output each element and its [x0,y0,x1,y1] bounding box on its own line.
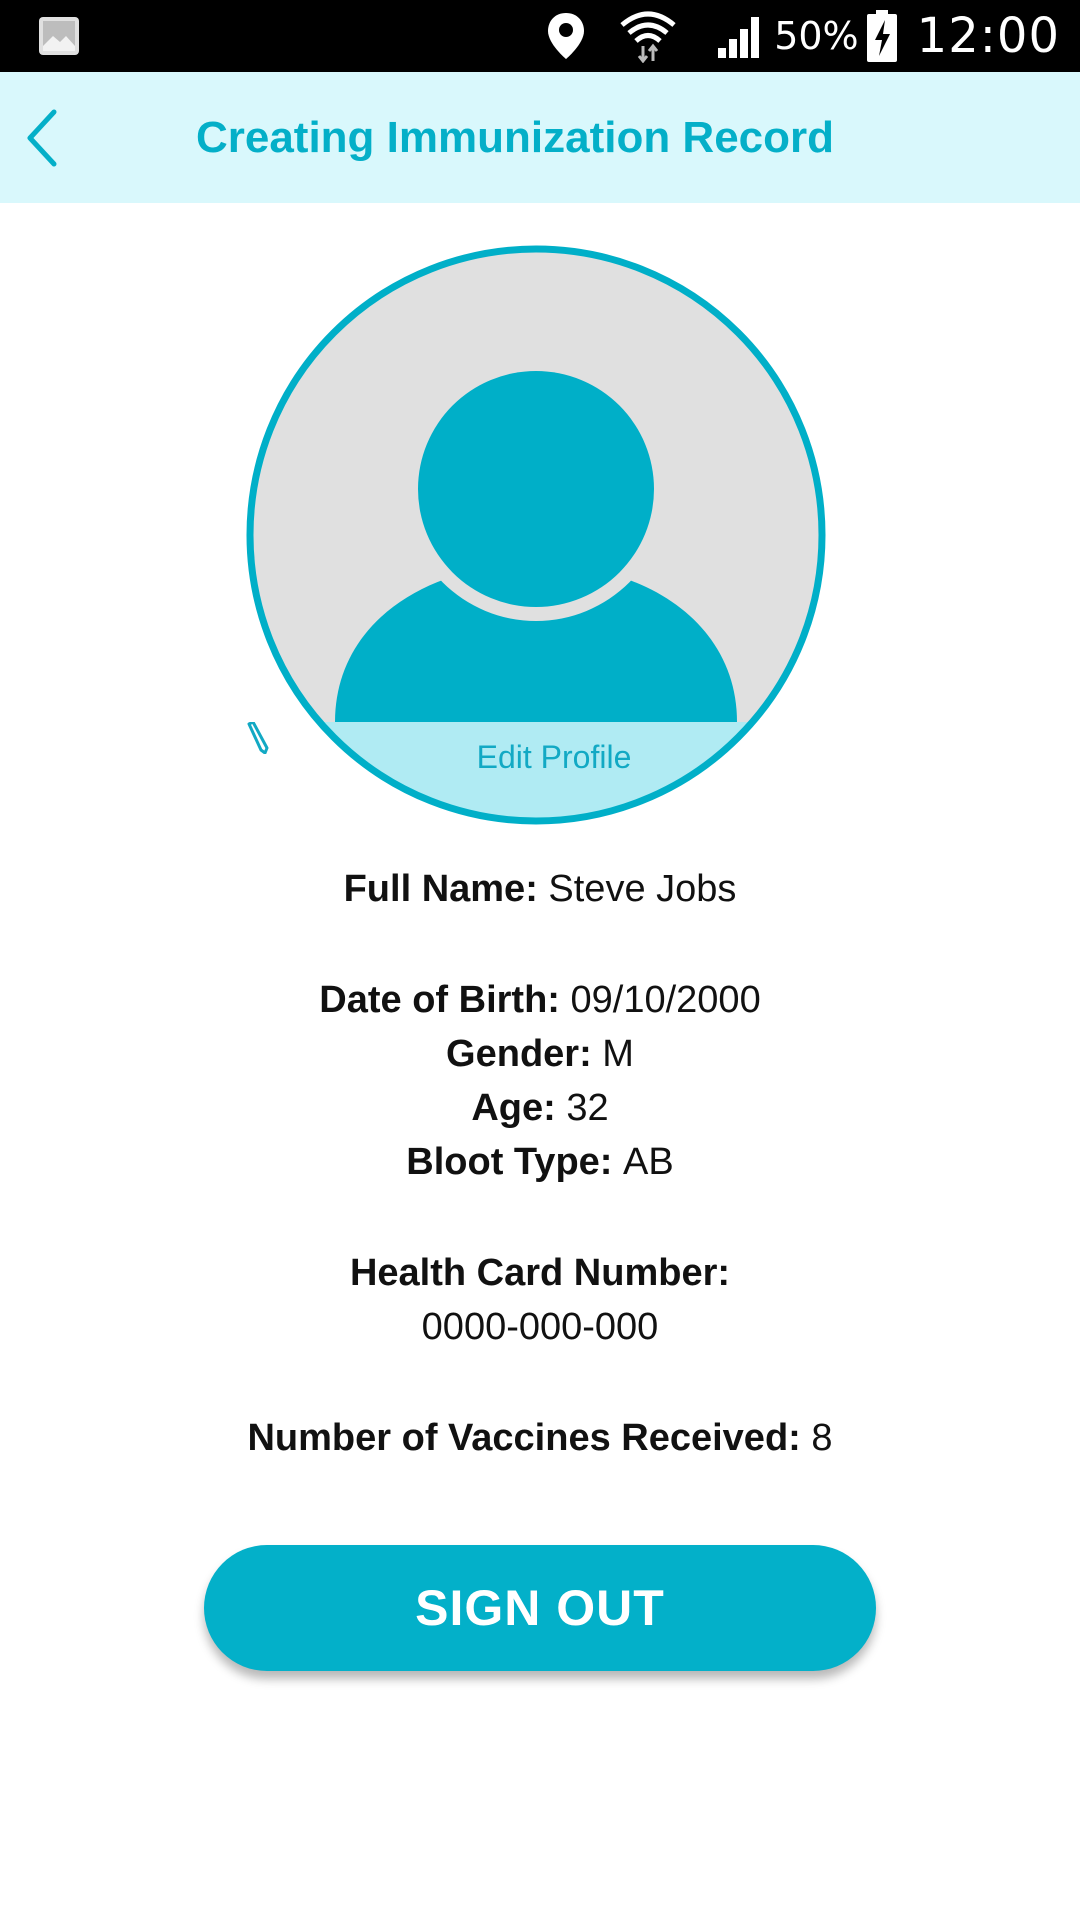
full-name-row: Full Name: Steve Jobs [0,862,1080,916]
health-card-label-row: Health Card Number: [0,1246,1080,1300]
signal-icon [716,14,766,58]
full-name-label: Full Name: [343,868,549,910]
age-row: Age: 32 [0,1081,1080,1135]
edit-profile-label: Edit Profile [476,738,632,775]
back-button[interactable] [10,94,86,180]
location-icon [546,11,586,61]
blood-type-value: AB [623,1141,674,1183]
dob-label: Date of Birth: [319,979,571,1021]
blood-type-label: Bloot Type: [406,1141,623,1183]
profile-avatar[interactable]: Edit Profile [245,244,827,826]
dob-value: 09/10/2000 [570,979,761,1021]
dob-row: Date of Birth: 09/10/2000 [0,973,1080,1027]
vaccines-label: Number of Vaccines Received: [247,1417,812,1459]
vaccines-value: 8 [811,1417,833,1459]
age-value: 32 [566,1087,609,1129]
sign-out-button[interactable]: SIGN OUT [204,1545,876,1671]
page-title: Creating Immunization Record [195,113,835,162]
edit-profile-button[interactable]: Edit Profile [245,722,827,792]
full-name-value: Steve Jobs [548,868,737,910]
wifi-icon [620,9,676,64]
health-card-label: Health Card Number: [349,1252,731,1294]
profile-info: Full Name: Steve Jobs Date of Birth: 09/… [0,862,1080,1465]
gender-value: M [602,1033,634,1075]
gender-label: Gender: [446,1033,603,1075]
status-bar: 50% 12:00 [0,0,1080,72]
health-card-value-row: 0000-000-000 [0,1300,1080,1354]
battery-percent: 50% [774,14,859,58]
app-header: Creating Immunization Record [0,72,1080,203]
health-card-value: 0000-000-000 [421,1306,659,1348]
vaccines-row: Number of Vaccines Received: 8 [0,1411,1080,1465]
battery-charging-icon [866,10,897,62]
gallery-icon [38,16,80,56]
gender-row: Gender: M [0,1027,1080,1081]
pencil-icon [247,722,467,773]
blood-type-row: Bloot Type: AB [0,1135,1080,1189]
chevron-left-icon [27,109,57,167]
status-clock: 12:00 [916,8,1060,64]
age-label: Age: [471,1087,567,1129]
